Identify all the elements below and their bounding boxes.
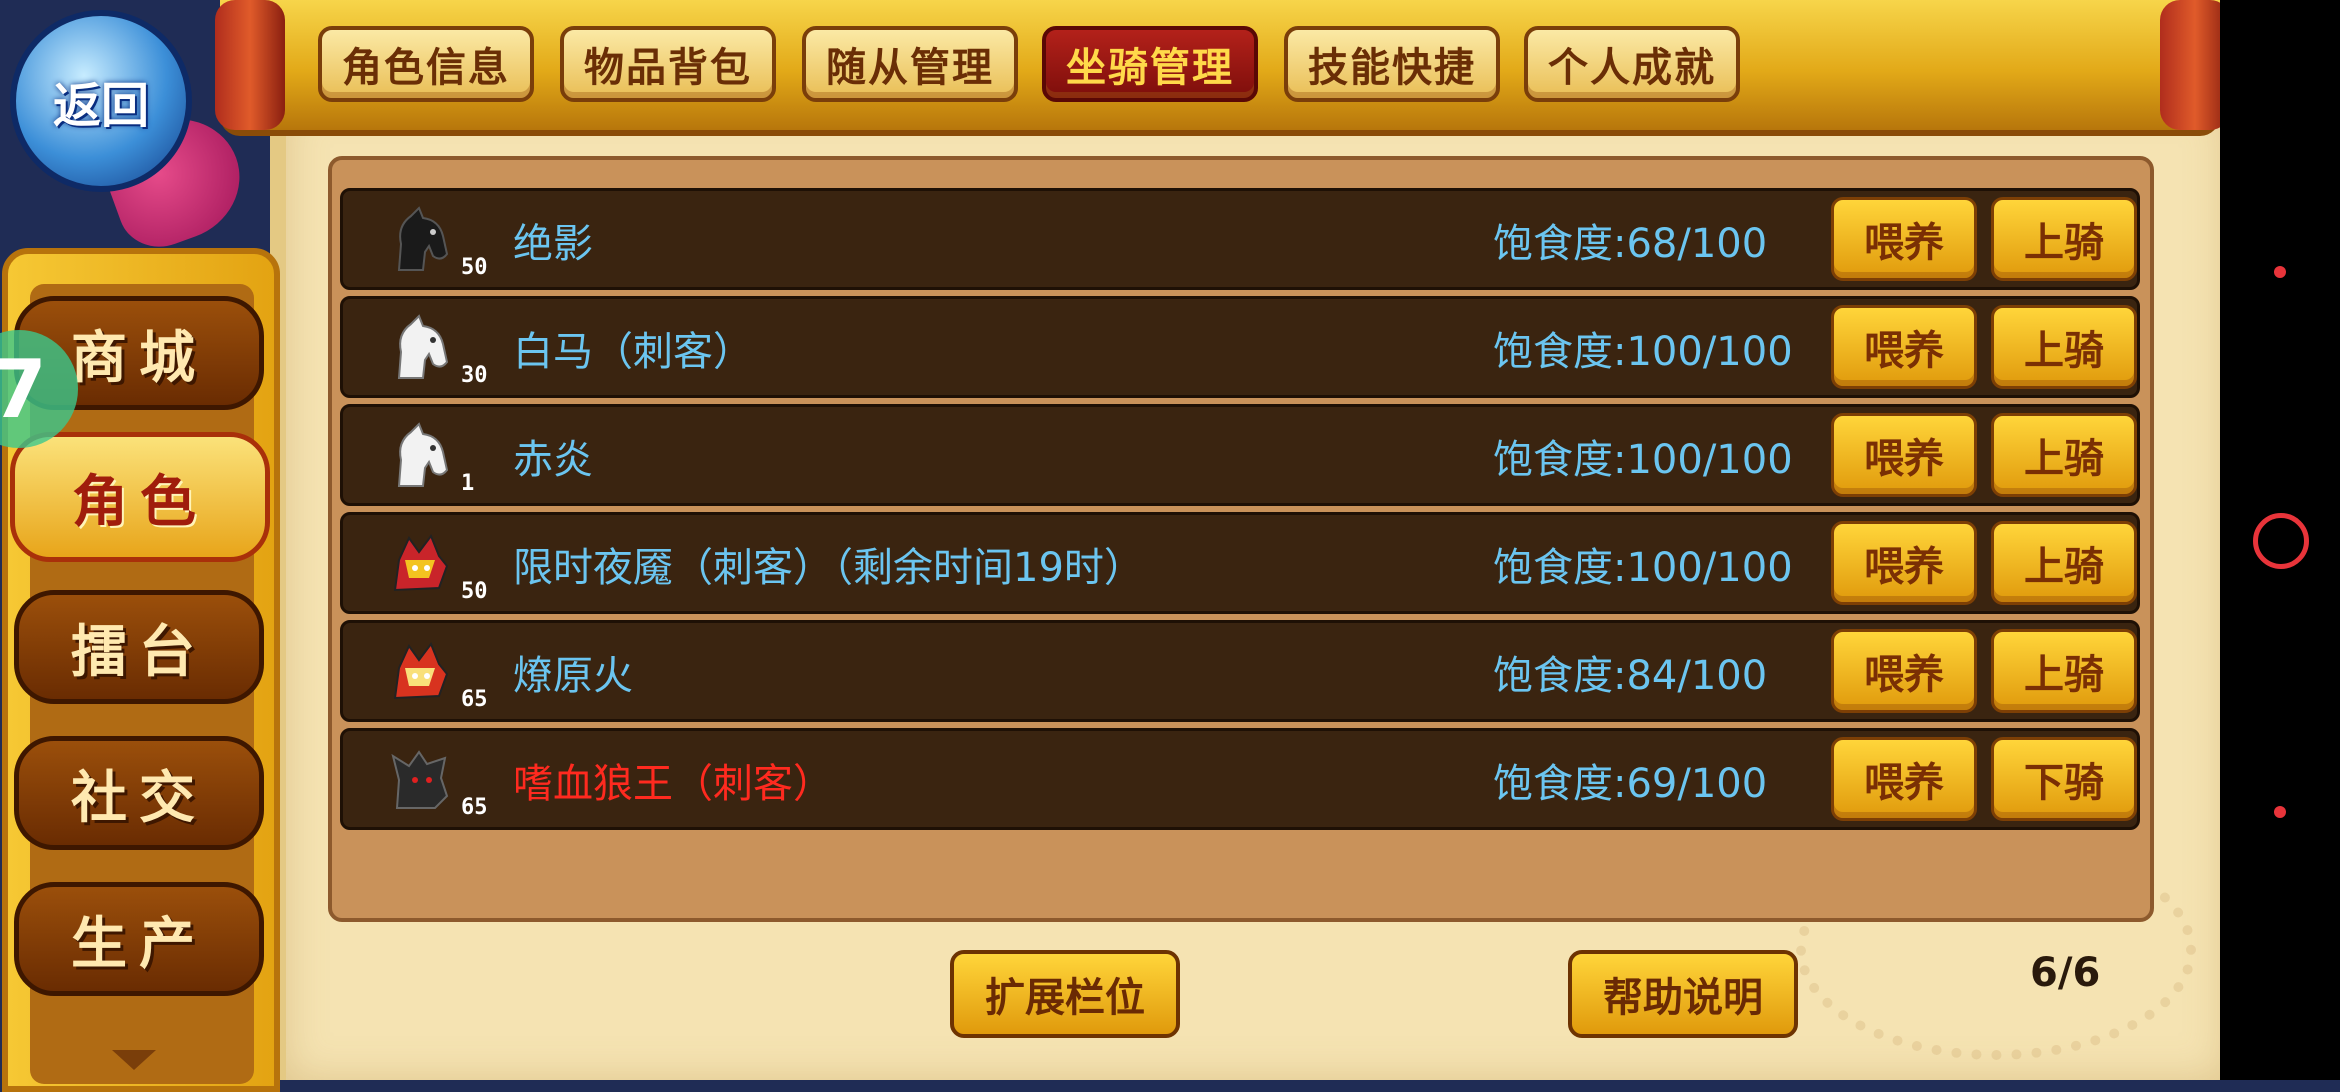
page-indicator: 6/6 <box>2030 950 2101 996</box>
armored-beast-icon <box>387 529 453 599</box>
satiety-value: 饱食度:68/100 <box>1493 221 1768 267</box>
mount-name: 嗜血狼王（刺客） <box>513 761 833 807</box>
mount-row[interactable]: 65 嗜血狼王（刺客） 饱食度:69/100 喂养 下骑 <box>340 728 2140 830</box>
scroll-down-arrow-icon[interactable] <box>112 1050 156 1070</box>
mount-name: 限时夜魇（刺客）（剩余时间19时） <box>513 545 1144 591</box>
ride-button[interactable]: 上骑 <box>1991 413 2137 497</box>
satiety-value: 饱食度:100/100 <box>1493 545 1793 591</box>
mount-level: 65 <box>461 795 488 820</box>
tab-achievements[interactable]: 个人成就 <box>1524 26 1740 102</box>
tab-inventory[interactable]: 物品背包 <box>560 26 776 102</box>
satiety-value: 饱食度:69/100 <box>1493 761 1768 807</box>
sidebar-item-character[interactable]: 角色 <box>10 432 270 562</box>
ride-button[interactable]: 上骑 <box>1991 197 2137 281</box>
sidebar-item-social[interactable]: 社交 <box>14 736 264 850</box>
dismount-button[interactable]: 下骑 <box>1991 737 2137 821</box>
mount-name: 赤炎 <box>513 437 593 483</box>
mount-level: 50 <box>461 579 488 604</box>
feed-button[interactable]: 喂养 <box>1831 737 1977 821</box>
mount-level: 65 <box>461 687 488 712</box>
mount-level: 1 <box>461 471 475 496</box>
white-horse-icon <box>387 421 453 491</box>
nav-recents-dot-icon[interactable] <box>2274 806 2286 818</box>
tab-skill-shortcuts[interactable]: 技能快捷 <box>1284 26 1500 102</box>
mount-level: 50 <box>461 255 488 280</box>
satiety-value: 饱食度:84/100 <box>1493 653 1768 699</box>
mount-level: 30 <box>461 363 488 388</box>
nav-back-dot-icon[interactable] <box>2274 266 2286 278</box>
mount-name: 绝影 <box>513 221 593 267</box>
white-horse-icon <box>387 313 453 383</box>
satiety-value: 饱食度:100/100 <box>1493 329 1793 375</box>
feed-button[interactable]: 喂养 <box>1831 629 1977 713</box>
expand-slots-button[interactable]: 扩展栏位 <box>950 950 1180 1038</box>
mount-row[interactable]: 50 限时夜魇（刺客）（剩余时间19时） 饱食度:100/100 喂养 上骑 <box>340 512 2140 614</box>
nav-home-icon[interactable] <box>2253 513 2309 569</box>
scroll-roller-left <box>215 0 285 130</box>
mount-row[interactable]: 1 赤炎 饱食度:100/100 喂养 上骑 <box>340 404 2140 506</box>
ride-button[interactable]: 上骑 <box>1991 305 2137 389</box>
tab-character-info[interactable]: 角色信息 <box>318 26 534 102</box>
mount-name: 燎原火 <box>513 653 633 699</box>
feed-button[interactable]: 喂养 <box>1831 521 1977 605</box>
ride-button[interactable]: 上骑 <box>1991 521 2137 605</box>
mount-row[interactable]: 65 燎原火 饱食度:84/100 喂养 上骑 <box>340 620 2140 722</box>
black-wolf-icon <box>387 745 453 815</box>
feed-button[interactable]: 喂养 <box>1831 197 1977 281</box>
black-horse-icon <box>387 205 453 275</box>
back-button[interactable]: 返回 <box>10 10 192 192</box>
ride-button[interactable]: 上骑 <box>1991 629 2137 713</box>
tab-followers[interactable]: 随从管理 <box>802 26 1018 102</box>
satiety-value: 饱食度:100/100 <box>1493 437 1793 483</box>
mount-row[interactable]: 30 白马（刺客） 饱食度:100/100 喂养 上骑 <box>340 296 2140 398</box>
sidebar-item-arena[interactable]: 擂台 <box>14 590 264 704</box>
feed-button[interactable]: 喂养 <box>1831 305 1977 389</box>
help-button[interactable]: 帮助说明 <box>1568 950 1798 1038</box>
armored-beast-icon <box>387 637 453 707</box>
tab-mount-management[interactable]: 坐骑管理 <box>1042 26 1258 102</box>
mount-name: 白马（刺客） <box>513 329 753 375</box>
sidebar-item-production[interactable]: 生产 <box>14 882 264 996</box>
mount-row[interactable]: 50 绝影 饱食度:68/100 喂养 上骑 <box>340 188 2140 290</box>
feed-button[interactable]: 喂养 <box>1831 413 1977 497</box>
